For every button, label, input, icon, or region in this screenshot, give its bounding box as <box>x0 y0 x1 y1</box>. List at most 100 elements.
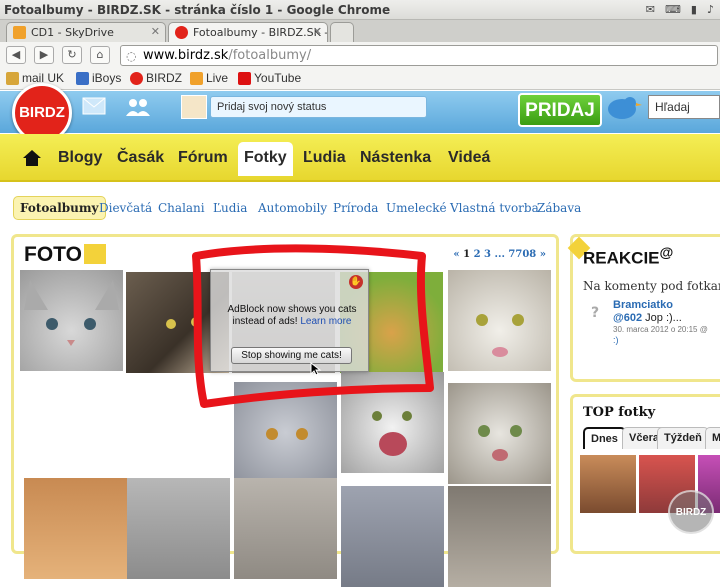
photo-thumbnail[interactable] <box>341 372 444 473</box>
foto-title: FOTO <box>24 243 106 267</box>
main-nav: Blogy Časák Fórum Fotky Ľudia Nástenka V… <box>0 134 720 182</box>
birdz-favicon-icon <box>175 26 188 39</box>
bookmark-youtube[interactable]: YouTube <box>236 71 301 85</box>
pager-next[interactable]: » <box>540 249 546 260</box>
photo-thumbnail[interactable] <box>20 270 123 371</box>
sub-nav: Fotoalbumy Dievčatá Chalani Ľudia Automo… <box>0 196 720 222</box>
stop-showing-cats-button[interactable]: Stop showing me cats! <box>231 347 352 364</box>
bookmark-label: Live <box>206 71 229 85</box>
comment-body: Jop :)... <box>642 312 682 324</box>
adblock-popup: ✋ AdBlock now shows you cats instead of … <box>210 269 369 372</box>
keyboard-icon[interactable]: ⌨ <box>665 3 681 16</box>
tab-mi[interactable]: Mi <box>705 427 720 449</box>
new-tab-button[interactable] <box>330 22 354 42</box>
subnav-dievcata[interactable]: Dievčatá <box>99 201 152 215</box>
bookmark-label: YouTube <box>254 71 302 85</box>
iboys-icon <box>76 72 89 85</box>
volume-icon[interactable]: ♪ <box>707 3 714 16</box>
nav-nastenka[interactable]: Nástenka <box>360 149 431 167</box>
nav-videa[interactable]: Videá <box>448 149 490 167</box>
close-tab-icon[interactable]: ✕ <box>151 25 160 38</box>
home-button[interactable]: ⌂ <box>90 46 110 64</box>
tab-skydrive[interactable]: CD1 - SkyDrive ✕ <box>6 22 166 42</box>
friends-icon[interactable] <box>124 97 152 117</box>
pager-ellipsis: ... <box>494 249 505 260</box>
close-tab-icon[interactable]: ✕ <box>313 25 322 38</box>
pagination: « 1 2 3 ... 7708 » <box>453 249 546 260</box>
page-icon: ◌ <box>126 49 137 63</box>
forward-button[interactable]: ▶ <box>34 46 54 64</box>
reload-button[interactable]: ↻ <box>62 46 82 64</box>
pridaj-button[interactable]: PRIDAJ <box>518 93 602 127</box>
user-avatar[interactable] <box>181 95 207 119</box>
address-path: /fotoalbumy/ <box>228 48 312 63</box>
tab-tyzden[interactable]: Týždeň <box>657 427 709 449</box>
subnav-zabava[interactable]: Zábava <box>537 201 581 215</box>
subnav-vlastna-tvorba[interactable]: Vlastná tvorba <box>450 201 539 215</box>
mouse-cursor-icon <box>310 362 322 376</box>
window-title-bar: Fotoalbumy - BIRDZ.SK - stránka číslo 1 … <box>0 0 720 20</box>
youtube-icon <box>238 72 251 85</box>
comment-user[interactable]: Bramciatko <box>613 299 673 311</box>
birdz-icon <box>130 72 143 85</box>
search-input[interactable]: Hľadaj <box>648 95 720 119</box>
pager-page-3[interactable]: 3 <box>484 249 491 260</box>
bookmark-iboys[interactable]: iBoys <box>74 71 121 85</box>
top-photo-thumbnail[interactable] <box>580 455 636 513</box>
photo-thumbnail[interactable] <box>234 382 337 483</box>
comment-mention[interactable]: @602 <box>613 312 642 324</box>
photo-thumbnail[interactable] <box>448 270 551 371</box>
photo-thumbnail[interactable] <box>341 486 444 587</box>
nav-fotky[interactable]: Fotky <box>238 142 293 176</box>
subnav-chalani[interactable]: Chalani <box>158 201 205 215</box>
window-title: Fotoalbumy - BIRDZ.SK - stránka číslo 1 … <box>4 3 391 17</box>
pager-page-last[interactable]: 7708 <box>508 249 536 260</box>
photo-thumbnail[interactable] <box>127 478 230 579</box>
reakcie-title: REAKCIE@ <box>583 245 673 269</box>
bookmark-live[interactable]: Live <box>188 71 228 85</box>
photo-thumbnail[interactable] <box>448 486 551 587</box>
pager-page-2[interactable]: 2 <box>474 249 481 260</box>
site-header: BIRDZ Pridaj svoj nový status PRIDAJ Hľa… <box>0 83 720 143</box>
nav-casak[interactable]: Časák <box>117 149 164 167</box>
comment-date: 30. marca 2012 o 20:15 @ <box>613 325 708 334</box>
photo-thumbnail[interactable] <box>448 383 551 484</box>
bookmark-label: iBoys <box>92 71 122 85</box>
reakcie-subtitle: Na komenty pod fotkami <box>583 279 720 293</box>
tab-dnes[interactable]: Dnes <box>583 427 626 449</box>
wifi-icon[interactable]: ▮ <box>691 3 697 16</box>
reakcie-title-text: REAKCIE <box>583 248 660 268</box>
pager-page-1[interactable]: 1 <box>463 249 470 260</box>
subnav-priroda[interactable]: Príroda <box>333 201 378 215</box>
photo-thumbnail[interactable] <box>234 478 337 579</box>
mail-uk-icon <box>6 72 19 85</box>
foto-title-text: FOTO <box>24 243 82 266</box>
back-button[interactable]: ◀ <box>6 46 26 64</box>
address-bar[interactable]: ◌ www.birdz.sk/fotoalbumy/ <box>120 45 718 66</box>
bookmark-birdz[interactable]: BIRDZ <box>128 71 182 85</box>
unknown-avatar-icon: ? <box>591 305 600 321</box>
learn-more-link[interactable]: Learn more <box>300 316 351 327</box>
comment-more: :) <box>613 335 619 345</box>
adblock-message: AdBlock now shows you cats instead of ad… <box>217 304 367 328</box>
status-input[interactable]: Pridaj svoj nový status <box>210 96 427 118</box>
top-fotky-title: TOP fotky <box>583 405 656 420</box>
adblock-stop-icon[interactable]: ✋ <box>349 275 363 289</box>
nav-ludia[interactable]: Ľudia <box>303 149 346 167</box>
nav-blogy[interactable]: Blogy <box>58 149 102 167</box>
envelope-icon[interactable] <box>82 97 106 115</box>
reakcie-panel: REAKCIE@ Na komenty pod fotkami ? Bramci… <box>567 234 720 382</box>
pager-prev[interactable]: « <box>453 249 459 260</box>
bookmarks-bar: mail UK iBoys BIRDZ Live YouTube <box>0 68 720 90</box>
subnav-umelecke[interactable]: Umelecké <box>386 201 447 215</box>
mail-icon[interactable]: ✉ <box>646 3 655 16</box>
nav-forum[interactable]: Fórum <box>178 149 228 167</box>
live-icon <box>190 72 203 85</box>
tab-fotoalbumy[interactable]: Fotoalbumy - BIRDZ.SK - st ✕ <box>168 22 328 42</box>
subnav-automobily[interactable]: Automobily <box>258 201 327 215</box>
home-icon[interactable] <box>22 148 42 168</box>
subnav-fotoalbumy[interactable]: Fotoalbumy <box>13 196 106 220</box>
comment-text: @602 Jop :)... <box>613 312 682 324</box>
subnav-ludia[interactable]: Ľudia <box>213 201 247 215</box>
photo-thumbnail[interactable] <box>24 478 127 579</box>
